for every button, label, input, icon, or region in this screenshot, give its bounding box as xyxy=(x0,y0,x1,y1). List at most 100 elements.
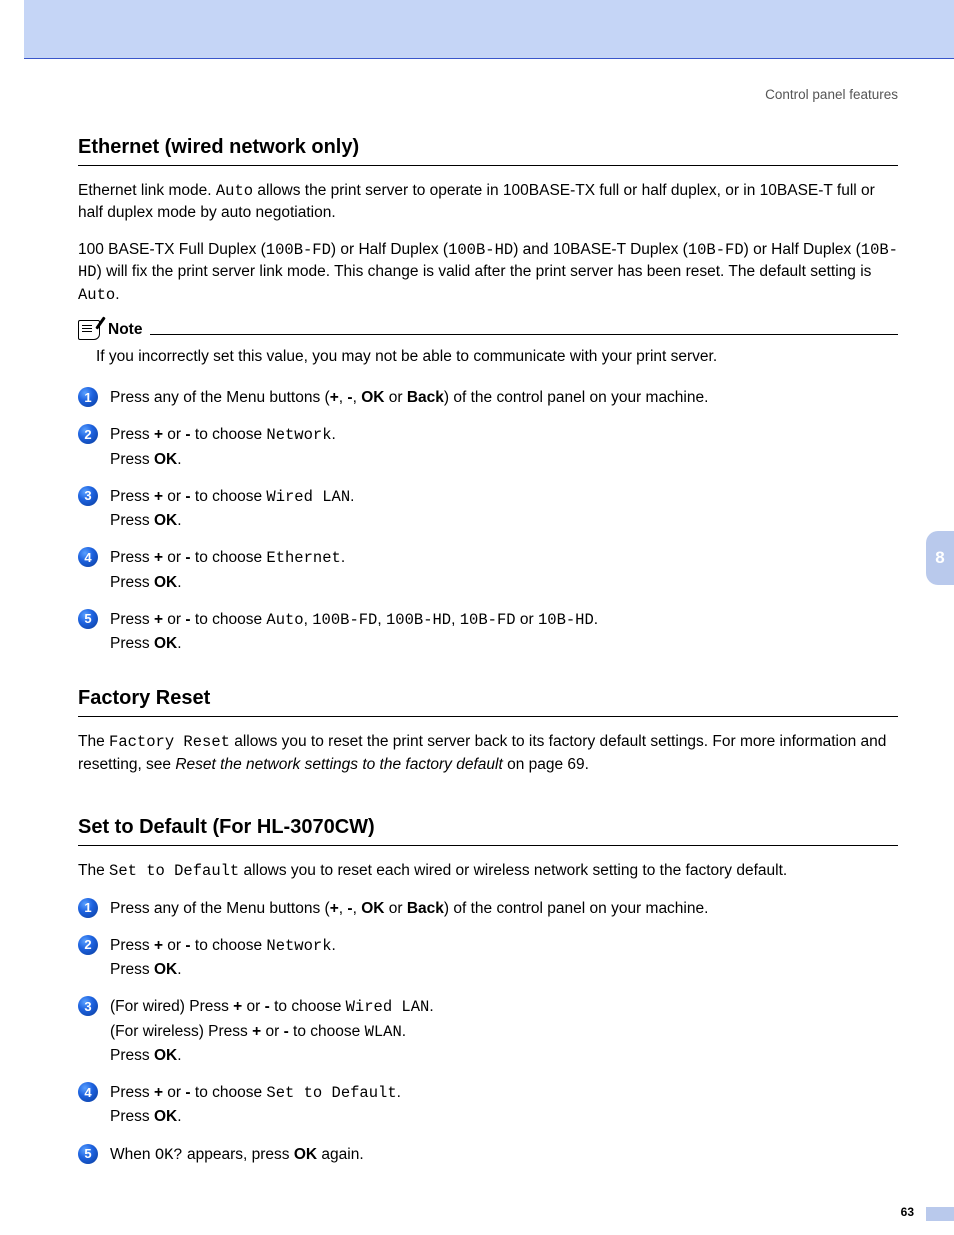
step-body: Press + or - to choose Auto, 100B-FD, 10… xyxy=(110,608,598,656)
step-body: Press + or - to choose Ethernet. Press O… xyxy=(110,546,345,594)
step-body: When OK? appears, press OK again. xyxy=(110,1143,364,1167)
heading-ethernet: Ethernet (wired network only) xyxy=(78,136,898,159)
text: to choose xyxy=(191,937,267,954)
setdefault-steps: 1 Press any of the Menu buttons (+, -, O… xyxy=(78,897,898,1167)
page-content: Control panel features Ethernet (wired n… xyxy=(0,59,954,1231)
step-1: 1 Press any of the Menu buttons (+, -, O… xyxy=(78,897,898,920)
step-number-icon: 3 xyxy=(78,486,98,506)
text: OK xyxy=(361,389,384,406)
text: or xyxy=(163,937,185,954)
text: + xyxy=(154,549,163,566)
note-rule xyxy=(150,334,898,335)
text: (For wired) Press xyxy=(110,998,233,1015)
text: . xyxy=(332,937,336,954)
text: + xyxy=(233,998,242,1015)
text: . xyxy=(177,1108,181,1125)
text: appears, press xyxy=(183,1146,294,1163)
text: . xyxy=(332,426,336,443)
note-text: If you incorrectly set this value, you m… xyxy=(96,346,898,368)
step-number-icon: 1 xyxy=(78,898,98,918)
text: + xyxy=(154,426,163,443)
step-number-icon: 2 xyxy=(78,424,98,444)
text: to choose xyxy=(191,1084,267,1101)
ethernet-steps: 1 Press any of the Menu buttons (+, -, O… xyxy=(78,386,898,655)
text: + xyxy=(154,611,163,628)
text: OK xyxy=(154,451,177,468)
text: The xyxy=(78,733,109,750)
text: Press xyxy=(110,426,154,443)
text: , xyxy=(451,611,460,628)
step-2: 2 Press + or - to choose Network. Press … xyxy=(78,934,898,982)
step-4: 4 Press + or - to choose Ethernet. Press… xyxy=(78,546,898,594)
text: or xyxy=(163,426,185,443)
step-body: Press + or - to choose Network. Press OK… xyxy=(110,423,336,471)
step-body: Press any of the Menu buttons (+, -, OK … xyxy=(110,897,708,920)
text: ) will fix the print server link mode. T… xyxy=(97,263,872,280)
text: . xyxy=(177,574,181,591)
text: , xyxy=(353,900,362,917)
text: or xyxy=(261,1023,283,1040)
text: Press xyxy=(110,451,154,468)
text: or xyxy=(163,549,185,566)
step-3: 3 (For wired) Press + or - to choose Wir… xyxy=(78,995,898,1067)
italic-ref: Reset the network settings to the factor… xyxy=(175,756,502,773)
text: . xyxy=(177,635,181,652)
step-number-icon: 1 xyxy=(78,387,98,407)
ethernet-para-2: 100 BASE-TX Full Duplex (100B-FD) or Hal… xyxy=(78,239,898,306)
text: Press xyxy=(110,1108,154,1125)
step-2: 2 Press + or - to choose Network. Press … xyxy=(78,423,898,471)
page-number: 63 xyxy=(901,1205,914,1219)
text: Back xyxy=(407,389,444,406)
ethernet-para-1: Ethernet link mode. Auto allows the prin… xyxy=(78,180,898,225)
text: allows you to reset each wired or wirele… xyxy=(239,862,787,879)
step-3: 3 Press + or - to choose Wired LAN. Pres… xyxy=(78,485,898,533)
code: Factory Reset xyxy=(109,733,230,751)
code: Network xyxy=(266,937,331,955)
text: Ethernet link mode. xyxy=(78,182,216,199)
text: + xyxy=(330,900,339,917)
step-number-icon: 4 xyxy=(78,547,98,567)
text: to choose xyxy=(191,426,267,443)
code: WLAN xyxy=(365,1023,402,1041)
text: to choose xyxy=(191,611,267,628)
rule xyxy=(78,165,898,166)
text: again. xyxy=(317,1146,364,1163)
step-number-icon: 3 xyxy=(78,996,98,1016)
text: OK xyxy=(154,1108,177,1125)
code: 100B-FD xyxy=(312,611,377,629)
code: 10B-HD xyxy=(538,611,594,629)
text: or xyxy=(384,900,406,917)
text: OK xyxy=(154,635,177,652)
code: 100B-FD xyxy=(266,241,331,259)
text: Press xyxy=(110,512,154,529)
code: Auto xyxy=(266,611,303,629)
text: to choose xyxy=(289,1023,365,1040)
code: Ethernet xyxy=(266,549,340,567)
page-number-bar xyxy=(926,1207,954,1221)
step-body: Press + or - to choose Network. Press OK… xyxy=(110,934,336,982)
step-body: Press + or - to choose Set to Default. P… xyxy=(110,1081,401,1129)
code: Wired LAN xyxy=(346,998,430,1016)
text: ) or Half Duplex ( xyxy=(744,241,861,258)
text: + xyxy=(252,1023,261,1040)
code: 10B-FD xyxy=(460,611,516,629)
chapter-tab: 8 xyxy=(926,531,954,585)
text: Press xyxy=(110,635,154,652)
code: Set to Default xyxy=(266,1084,396,1102)
text: Back xyxy=(407,900,444,917)
setdefault-para: The Set to Default allows you to reset e… xyxy=(78,860,898,882)
heading-set-default: Set to Default (For HL-3070CW) xyxy=(78,816,898,839)
code: 100B-HD xyxy=(386,611,451,629)
text: or xyxy=(384,389,406,406)
step-5: 5 Press + or - to choose Auto, 100B-FD, … xyxy=(78,608,898,656)
text: . xyxy=(177,451,181,468)
text: , xyxy=(304,611,313,628)
step-number-icon: 4 xyxy=(78,1082,98,1102)
code: Set to Default xyxy=(109,862,239,880)
code: 100B-HD xyxy=(448,241,513,259)
text: on page 69. xyxy=(503,756,589,773)
code: 10B-FD xyxy=(688,241,744,259)
note-header: Note xyxy=(78,320,898,340)
factory-para: The Factory Reset allows you to reset th… xyxy=(78,731,898,776)
text: Press xyxy=(110,611,154,628)
